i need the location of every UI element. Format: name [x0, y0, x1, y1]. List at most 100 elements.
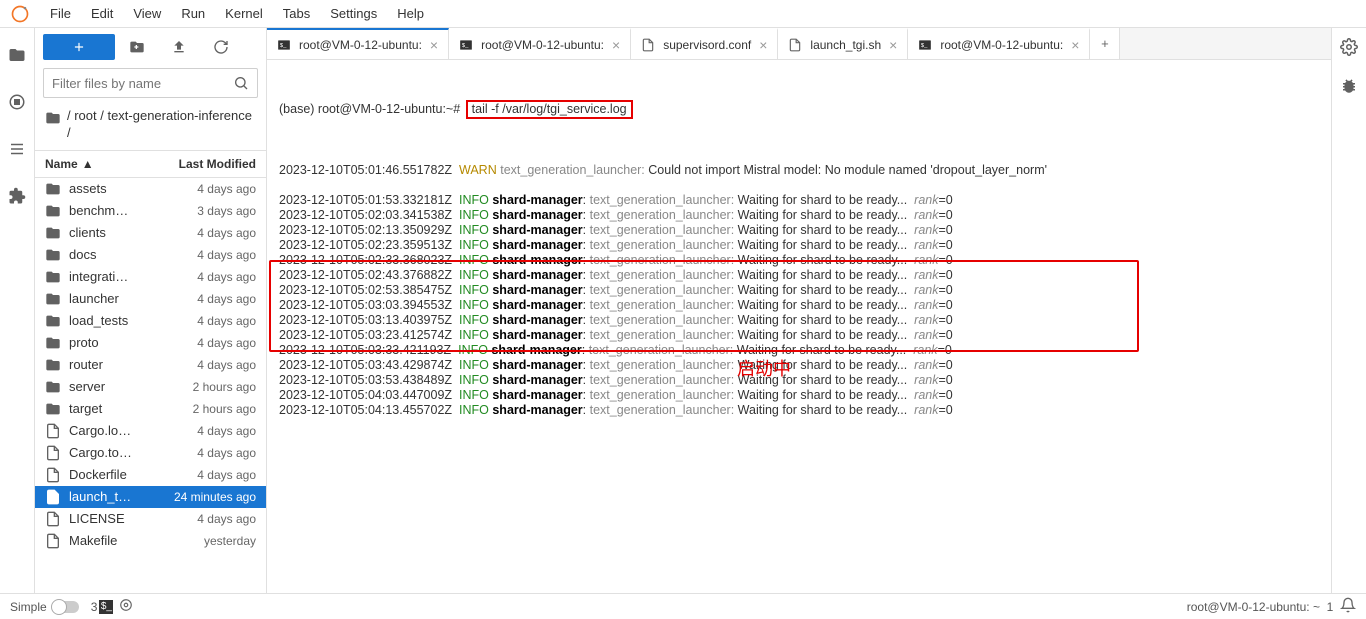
- status-bar: Simple 3 $_ root@VM-0-12-ubuntu: ~ 1: [0, 593, 1366, 619]
- file-modified: 4 days ago: [197, 358, 256, 372]
- new-folder-button[interactable]: [117, 34, 157, 60]
- file-name: clients: [69, 225, 197, 240]
- file-row[interactable]: clients4 days ago: [35, 222, 266, 244]
- status-mode[interactable]: Simple: [10, 600, 47, 614]
- file-row[interactable]: Cargo.to…4 days ago: [35, 442, 266, 464]
- tab[interactable]: supervisord.conf ×: [631, 28, 778, 59]
- gear-icon[interactable]: [1340, 38, 1358, 59]
- close-icon[interactable]: ×: [430, 37, 438, 53]
- log-line: 2023-12-10T05:04:13.455702Z INFO shard-m…: [279, 403, 1319, 418]
- col-modified[interactable]: Last Modified: [179, 157, 256, 171]
- file-modified: 24 minutes ago: [174, 490, 256, 504]
- log-line: 2023-12-10T05:02:13.350929Z INFO shard-m…: [279, 223, 1319, 238]
- filter-input[interactable]: [52, 76, 233, 91]
- file-name: Cargo.to…: [69, 445, 197, 460]
- file-modified: 4 days ago: [197, 424, 256, 438]
- menu-settings[interactable]: Settings: [320, 6, 387, 21]
- sort-asc-icon: ▲: [82, 157, 94, 171]
- file-row[interactable]: LICENSE4 days ago: [35, 508, 266, 530]
- bell-icon[interactable]: [1340, 597, 1356, 616]
- file-row[interactable]: Cargo.lo…4 days ago: [35, 420, 266, 442]
- file-modified: 3 days ago: [197, 204, 256, 218]
- tab-bar: $_root@VM-0-12-ubuntu: ×$_root@VM-0-12-u…: [267, 28, 1331, 60]
- activity-bar: [0, 28, 35, 593]
- menu-edit[interactable]: Edit: [81, 6, 123, 21]
- svg-text:$_: $_: [462, 42, 469, 48]
- file-modified: 4 days ago: [197, 446, 256, 460]
- tab-label: root@VM-0-12-ubuntu:: [481, 38, 604, 52]
- file-modified: yesterday: [204, 534, 256, 548]
- file-row[interactable]: launcher4 days ago: [35, 288, 266, 310]
- file-row[interactable]: assets4 days ago: [35, 178, 266, 200]
- folder-icon[interactable]: [8, 46, 26, 67]
- col-name[interactable]: Name: [45, 157, 78, 171]
- file-browser: / root / text-generation-inference / Nam…: [35, 28, 267, 593]
- file-row[interactable]: integrati…4 days ago: [35, 266, 266, 288]
- file-row[interactable]: target2 hours ago: [35, 398, 266, 420]
- file-modified: 4 days ago: [197, 314, 256, 328]
- file-row[interactable]: Dockerfile4 days ago: [35, 464, 266, 486]
- file-row[interactable]: launch_t…24 minutes ago: [35, 486, 266, 508]
- terminal-output[interactable]: (base) root@VM-0-12-ubuntu:~# tail -f /v…: [267, 60, 1331, 593]
- command-highlight: tail -f /var/log/tgi_service.log: [466, 100, 633, 119]
- upload-button[interactable]: [159, 34, 199, 60]
- menu-view[interactable]: View: [123, 6, 171, 21]
- file-toolbar: [35, 28, 266, 66]
- file-list-header: Name ▲ Last Modified: [35, 150, 266, 178]
- mode-toggle[interactable]: [53, 601, 79, 613]
- running-icon[interactable]: [8, 93, 26, 114]
- menu-tabs[interactable]: Tabs: [273, 6, 320, 21]
- log-line: 2023-12-10T05:03:33.421193Z INFO shard-m…: [279, 343, 1319, 358]
- file-row[interactable]: docs4 days ago: [35, 244, 266, 266]
- menu-file[interactable]: File: [40, 6, 81, 21]
- log-line: 2023-12-10T05:02:33.368023Z INFO shard-m…: [279, 253, 1319, 268]
- new-launcher-button[interactable]: [43, 34, 115, 60]
- file-name: Dockerfile: [69, 467, 197, 482]
- file-modified: 4 days ago: [197, 292, 256, 306]
- tab[interactable]: launch_tgi.sh×: [778, 28, 908, 59]
- menu-run[interactable]: Run: [171, 6, 215, 21]
- debug-icon[interactable]: [1340, 77, 1358, 98]
- tab[interactable]: $_ root@VM-0-12-ubuntu: ×: [449, 28, 631, 59]
- menu-items: FileEditViewRunKernelTabsSettingsHelp: [40, 6, 434, 21]
- file-name: Cargo.lo…: [69, 423, 197, 438]
- filter-box[interactable]: [43, 68, 258, 98]
- tab[interactable]: $_root@VM-0-12-ubuntu: ×: [908, 28, 1090, 59]
- file-row[interactable]: router4 days ago: [35, 354, 266, 376]
- file-modified: 4 days ago: [197, 226, 256, 240]
- file-name: target: [69, 401, 193, 416]
- file-row[interactable]: server2 hours ago: [35, 376, 266, 398]
- tab-label: supervisord.conf: [663, 38, 751, 52]
- log-line: 2023-12-10T05:03:03.394553Z INFO shard-m…: [279, 298, 1319, 313]
- close-icon[interactable]: ×: [759, 37, 767, 53]
- toc-icon[interactable]: [8, 140, 26, 161]
- terminal-badge-icon: $_: [99, 600, 113, 614]
- log-line: 2023-12-10T05:03:13.403975Z INFO shard-m…: [279, 313, 1319, 328]
- status-terminal-name[interactable]: root@VM-0-12-ubuntu: ~: [1187, 600, 1320, 614]
- extensions-icon[interactable]: [8, 187, 26, 208]
- file-modified: 4 days ago: [197, 468, 256, 482]
- add-tab-button[interactable]: +: [1090, 28, 1120, 59]
- folder-icon: [45, 110, 61, 126]
- refresh-button[interactable]: [201, 34, 241, 60]
- file-name: launcher: [69, 291, 197, 306]
- menu-kernel[interactable]: Kernel: [215, 6, 273, 21]
- file-row[interactable]: benchm…3 days ago: [35, 200, 266, 222]
- status-settings-icon[interactable]: [119, 598, 133, 615]
- tab[interactable]: $_root@VM-0-12-ubuntu: ×: [267, 28, 449, 59]
- close-icon[interactable]: ×: [612, 37, 620, 53]
- log-line: 2023-12-10T05:02:53.385475Z INFO shard-m…: [279, 283, 1319, 298]
- file-row[interactable]: proto4 days ago: [35, 332, 266, 354]
- breadcrumb-path[interactable]: / root / text-generation-inference /: [67, 108, 256, 142]
- file-row[interactable]: Makefileyesterday: [35, 530, 266, 552]
- menu-help[interactable]: Help: [387, 6, 434, 21]
- close-icon[interactable]: ×: [889, 37, 897, 53]
- file-modified: 4 days ago: [197, 182, 256, 196]
- file-list: assets4 days agobenchm…3 days agoclients…: [35, 178, 266, 593]
- breadcrumb[interactable]: / root / text-generation-inference /: [35, 104, 266, 150]
- close-icon[interactable]: ×: [1071, 37, 1079, 53]
- file-modified: 4 days ago: [197, 512, 256, 526]
- file-modified: 4 days ago: [197, 270, 256, 284]
- file-row[interactable]: load_tests4 days ago: [35, 310, 266, 332]
- log-line: 2023-12-10T05:03:53.438489Z INFO shard-m…: [279, 373, 1319, 388]
